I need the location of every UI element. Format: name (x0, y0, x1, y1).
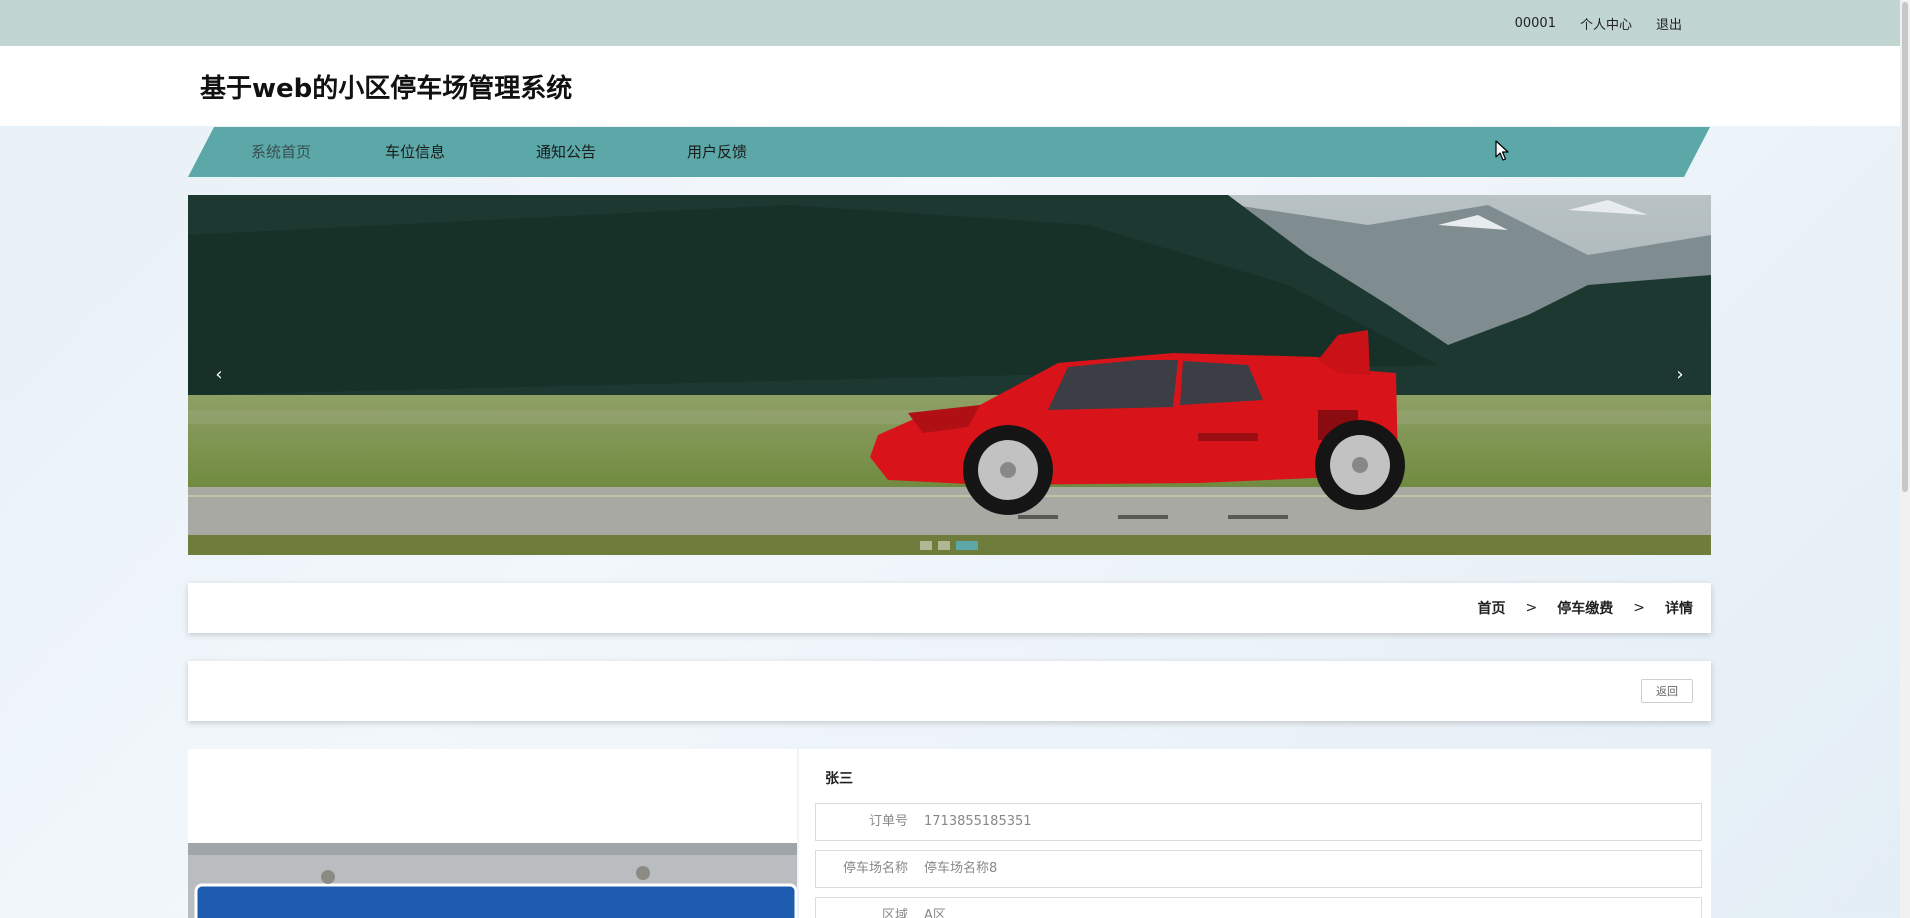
field-value: 1713855185351 (924, 814, 1032, 829)
field-label: 停车场名称 (842, 861, 908, 876)
field-order-number: 订单号 1713855185351 (815, 803, 1702, 841)
carousel-prev[interactable]: ‹ (204, 357, 234, 393)
nav-item-home[interactable]: 系统首页 (251, 127, 311, 177)
carousel-dot-3[interactable] (956, 541, 978, 550)
nav-item-feedback[interactable]: 用户反馈 (687, 127, 747, 177)
mouse-pointer-icon (1495, 140, 1509, 161)
logout-link[interactable]: 退出 (1656, 14, 1682, 33)
carousel-dot-2[interactable] (938, 541, 950, 550)
top-bar: 00001 个人中心 退出 (0, 0, 1900, 46)
username-link[interactable]: 00001 (1515, 16, 1556, 31)
parking-photo (188, 843, 797, 918)
field-label: 订单号 (868, 814, 908, 829)
field-value: 停车场名称8 (924, 861, 998, 876)
personal-center-link[interactable]: 个人中心 (1580, 14, 1632, 33)
banner-carousel[interactable]: ‹ › (188, 195, 1711, 555)
banner-image (188, 195, 1711, 555)
breadcrumb-section[interactable]: 停车缴费 (1557, 598, 1613, 618)
owner-name: 张三 (825, 771, 853, 787)
field-area: 区域 A区 (815, 897, 1702, 918)
breadcrumb: 首页 > 停车缴费 > 详情 (1478, 583, 1693, 633)
breadcrumb-separator: > (1633, 600, 1645, 616)
chevron-left-icon: ‹ (215, 364, 223, 385)
detail-info-panel: 张三 订单号 1713855185351 停车场名称 停车场名称8 区域 A区 (799, 749, 1711, 918)
scrollbar-thumb[interactable] (1902, 2, 1908, 492)
nav-item-notices[interactable]: 通知公告 (536, 127, 596, 177)
field-parking-lot-name: 停车场名称 停车场名称8 (815, 850, 1702, 888)
action-bar: 返回 (188, 661, 1711, 721)
site-title: 基于web的小区停车场管理系统 (200, 74, 573, 104)
chevron-right-icon: › (1676, 364, 1684, 385)
field-value: A区 (924, 908, 946, 918)
field-label: 区域 (881, 908, 908, 918)
detail-image-panel (188, 749, 797, 918)
nav-item-parking-info[interactable]: 车位信息 (385, 127, 445, 177)
breadcrumb-current: 详情 (1665, 601, 1693, 617)
page-scrollbar[interactable] (1900, 0, 1910, 918)
site-header: 基于web的小区停车场管理系统 (0, 46, 1900, 126)
breadcrumb-home[interactable]: 首页 (1478, 598, 1506, 618)
breadcrumb-separator: > (1525, 600, 1538, 616)
back-button[interactable]: 返回 (1641, 679, 1693, 703)
carousel-dot-1[interactable] (920, 541, 932, 550)
carousel-next[interactable]: › (1665, 357, 1695, 393)
main-nav: 系统首页 车位信息 通知公告 用户反馈 (188, 127, 1710, 177)
breadcrumb-bar: 首页 > 停车缴费 > 详情 (188, 583, 1711, 633)
user-links: 00001 个人中心 退出 (1515, 0, 1682, 46)
carousel-indicators (920, 541, 978, 550)
